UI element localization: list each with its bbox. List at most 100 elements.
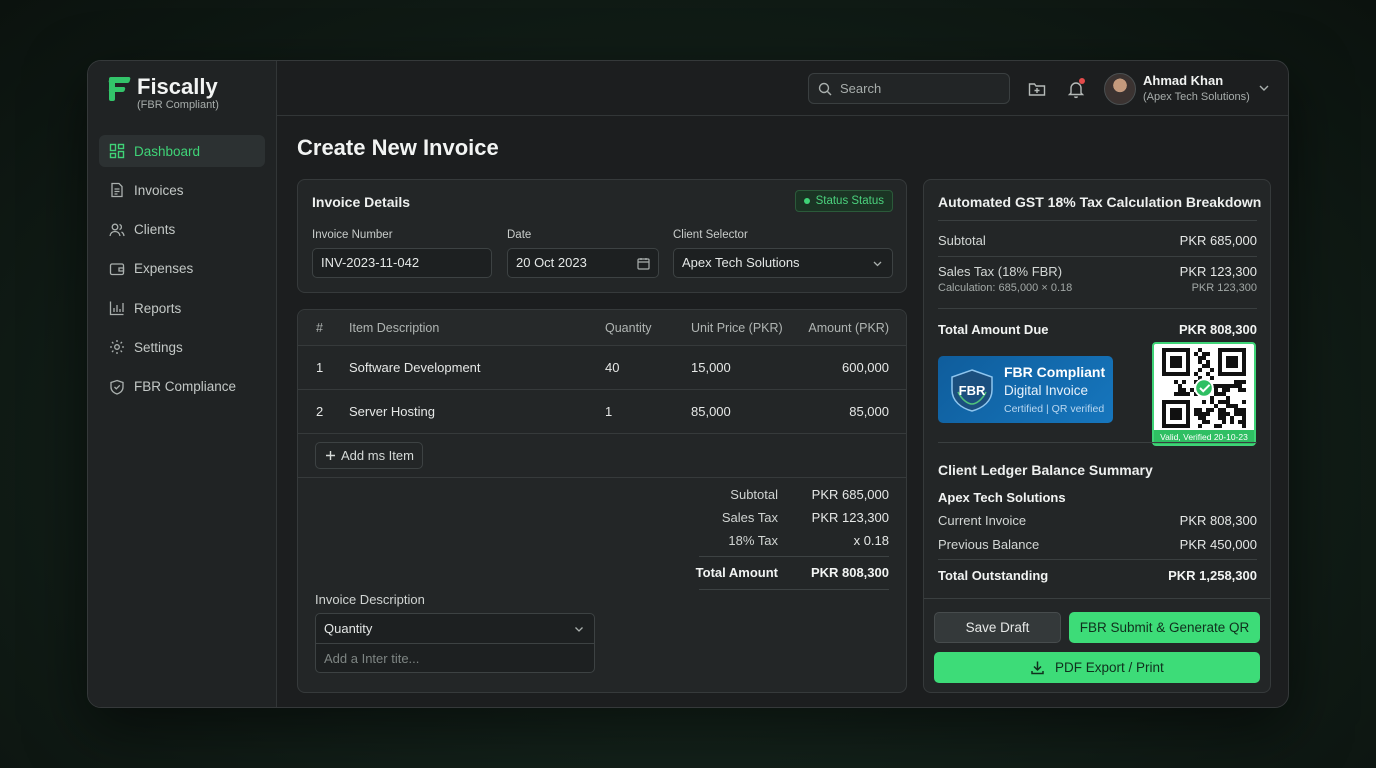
- date-value: 20 Oct 2023: [516, 255, 587, 270]
- row-description: Server Hosting: [349, 404, 435, 419]
- description-input[interactable]: Add a Inter tite...: [324, 651, 419, 666]
- chevron-down-icon[interactable]: [1257, 81, 1271, 95]
- sidebar-item-invoices[interactable]: Invoices: [99, 174, 265, 206]
- divider: [298, 477, 906, 478]
- row-number: 2: [316, 404, 324, 419]
- user-name: Ahmad Khan: [1143, 73, 1224, 88]
- sidebar-item-label: FBR Compliance: [134, 379, 237, 395]
- search-input[interactable]: Search: [808, 73, 1010, 104]
- badge-title: FBR Compliant: [1004, 364, 1106, 380]
- notification-button[interactable]: [1066, 78, 1086, 99]
- sidebar-item-dashboard[interactable]: Dashboard: [99, 135, 265, 167]
- row-unit-price: 85,000: [691, 404, 731, 419]
- row-amount: 85,000: [849, 404, 889, 419]
- row-quantity: 1: [605, 404, 613, 419]
- gear-icon: [110, 340, 124, 355]
- sidebar-item-label: Expenses: [134, 261, 194, 277]
- current-invoice-label: Current Invoice: [938, 513, 1027, 528]
- date-label: Date: [507, 229, 532, 241]
- invoice-description-label: Invoice Description: [315, 592, 425, 607]
- client-selector[interactable]: Apex Tech Solutions: [673, 248, 893, 278]
- ledger-title: Client Ledger Balance Summary: [938, 462, 1153, 478]
- search-placeholder: Search: [840, 81, 882, 96]
- line-items-card: # Item Description Quantity Unit Price (…: [297, 309, 907, 693]
- search-icon: [818, 82, 832, 95]
- qr-code-icon: [1162, 348, 1246, 428]
- sidebar-item-label: Settings: [134, 339, 183, 355]
- pdf-export-button[interactable]: PDF Export / Print: [934, 652, 1260, 683]
- sidebar-item-expenses[interactable]: Expenses: [99, 253, 265, 285]
- row-amount: 600,000: [842, 360, 889, 375]
- row-description: Software Development: [349, 360, 481, 375]
- sidebar-item-label: Clients: [134, 222, 176, 238]
- column-header-quantity: Quantity: [605, 321, 652, 335]
- current-invoice-value: PKR 808,300: [1179, 513, 1257, 528]
- badge-caption: Certified | QR verified: [1004, 403, 1105, 415]
- fbr-seal-text: FBR: [959, 383, 986, 398]
- add-item-label: Add ms Item: [341, 448, 414, 463]
- subtotal-label: Subtotal: [730, 487, 778, 502]
- top-bar: Search Ahmad Khan (Apex Tech Solutions): [277, 61, 1288, 116]
- row-quantity: 40: [605, 360, 620, 375]
- gst-tax-label: Sales Tax (18% FBR): [938, 264, 1063, 279]
- client-selector-label: Client Selector: [673, 229, 748, 241]
- divider: [938, 220, 1257, 221]
- fbr-seal-icon: FBR: [951, 369, 993, 412]
- divider: [699, 589, 889, 590]
- date-field[interactable]: 20 Oct 2023: [507, 248, 659, 278]
- page-title: Create New Invoice: [297, 135, 499, 160]
- gst-subtotal-value: PKR 685,000: [1179, 233, 1257, 248]
- description-select[interactable]: Quantity: [316, 614, 594, 644]
- tax-rate-label: 18% Tax: [728, 533, 778, 548]
- fbr-compliant-badge: FBR FBR Compliant Digital Invoice Certif…: [938, 356, 1113, 423]
- total-amount-label: Total Amount: [695, 565, 778, 580]
- divider: [699, 556, 889, 557]
- add-item-button[interactable]: Add ms Item: [315, 442, 423, 469]
- users-icon: [109, 223, 125, 236]
- subtotal-value: PKR 685,000: [811, 487, 889, 502]
- invoice-number-field[interactable]: INV-2023-11-042: [312, 248, 492, 278]
- app-window: Fiscally (FBR Compliant) Dashboard Invoi…: [87, 60, 1289, 708]
- row-unit-price: 15,000: [691, 360, 731, 375]
- brand-subtitle: (FBR Compliant): [137, 99, 219, 111]
- sidebar-item-settings[interactable]: Settings: [99, 331, 265, 363]
- badge-subtitle: Digital Invoice: [1004, 383, 1089, 398]
- total-outstanding-label: Total Outstanding: [938, 568, 1049, 583]
- divider: [938, 308, 1257, 309]
- folder-icon[interactable]: [1027, 79, 1047, 99]
- chevron-down-icon: [873, 261, 882, 267]
- fbr-submit-button[interactable]: FBR Submit & Generate QR: [1069, 612, 1260, 643]
- total-due-label: Total Amount Due: [938, 322, 1049, 337]
- invoice-number-label: Invoice Number: [312, 229, 393, 241]
- divider: [938, 442, 1257, 443]
- row-number: 1: [316, 360, 324, 375]
- sidebar-item-clients[interactable]: Clients: [99, 214, 265, 246]
- sidebar-item-reports[interactable]: Reports: [99, 292, 265, 324]
- status-badge: Status Status: [794, 190, 893, 212]
- total-due-value: PKR 808,300: [1178, 322, 1257, 337]
- fiscally-logo-icon: [108, 75, 131, 103]
- divider: [938, 256, 1257, 257]
- divider: [938, 559, 1257, 560]
- qr-code[interactable]: Valid, Verified 20-10-23: [1152, 342, 1256, 446]
- sidebar-item-fbr-compliance[interactable]: FBR Compliance: [99, 371, 265, 403]
- sales-tax-label: Sales Tax: [721, 510, 778, 525]
- brand-logo[interactable]: Fiscally (FBR Compliant): [108, 75, 219, 112]
- column-header-number: #: [316, 321, 323, 335]
- avatar[interactable]: [1104, 73, 1136, 105]
- download-icon: [1031, 661, 1044, 675]
- plus-icon: [326, 451, 335, 460]
- user-menu[interactable]: Ahmad Khan (Apex Tech Solutions): [1143, 73, 1250, 103]
- table-row[interactable]: 2 Server Hosting 1 85,000 85,000: [298, 390, 906, 434]
- gst-subtotal-label: Subtotal: [938, 233, 986, 248]
- sidebar-nav: Dashboard Invoices Clients Expenses Repo…: [99, 135, 265, 410]
- table-header: # Item Description Quantity Unit Price (…: [298, 310, 906, 346]
- description-select-value: Quantity: [324, 621, 373, 636]
- sales-tax-value: PKR 123,300: [811, 510, 889, 525]
- column-header-unit-price: Unit Price (PKR): [691, 321, 783, 335]
- save-draft-button[interactable]: Save Draft: [934, 612, 1061, 643]
- gst-calculation-label: Calculation: 685,000 × 0.18: [938, 282, 1073, 294]
- table-row[interactable]: 1 Software Development 40 15,000 600,000: [298, 346, 906, 390]
- sidebar-item-label: Invoices: [134, 182, 184, 198]
- ledger-client-name: Apex Tech Solutions: [938, 490, 1066, 505]
